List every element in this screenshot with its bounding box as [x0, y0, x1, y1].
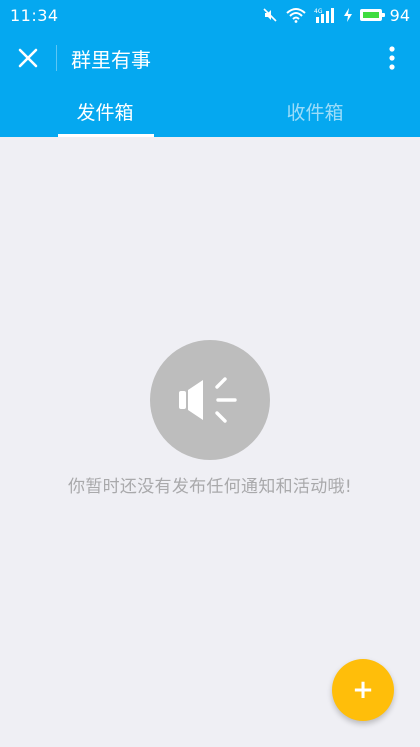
page-title: 群里有事 [71, 47, 151, 72]
battery-icon [359, 9, 385, 21]
wifi-icon [285, 7, 306, 23]
tab-inbox[interactable]: 收件箱 [210, 86, 420, 137]
battery-percent: 94 [389, 5, 410, 25]
tab-indicator [58, 134, 154, 137]
tab-outbox[interactable]: 发件箱 [0, 86, 210, 137]
app-header: 11:34 4G 94 群里有事 发件箱 收件箱 [0, 0, 420, 137]
tab-inbox-label: 收件箱 [286, 102, 344, 124]
speaker-icon [150, 340, 270, 460]
status-time: 11:34 [10, 5, 59, 25]
more-button[interactable] [372, 30, 412, 86]
status-bar: 11:34 4G 94 [0, 0, 420, 30]
add-button[interactable]: + [332, 659, 394, 721]
mute-icon [262, 7, 278, 23]
empty-state: 你暂时还没有发布任何通知和活动哦! [0, 340, 420, 497]
toolbar: 群里有事 [0, 30, 420, 86]
toolbar-divider [56, 45, 57, 71]
close-icon [18, 48, 38, 68]
more-vertical-icon [389, 46, 395, 70]
empty-message: 你暂时还没有发布任何通知和活动哦! [68, 477, 352, 497]
charging-icon [343, 8, 352, 22]
add-icon: + [352, 675, 374, 705]
network-type: 4G [314, 8, 323, 15]
signal-icon: 4G [314, 7, 336, 23]
tab-outbox-label: 发件箱 [76, 102, 134, 124]
status-icons: 4G 94 [262, 6, 410, 25]
tab-bar: 发件箱 收件箱 [0, 86, 420, 137]
close-button[interactable] [0, 30, 56, 86]
